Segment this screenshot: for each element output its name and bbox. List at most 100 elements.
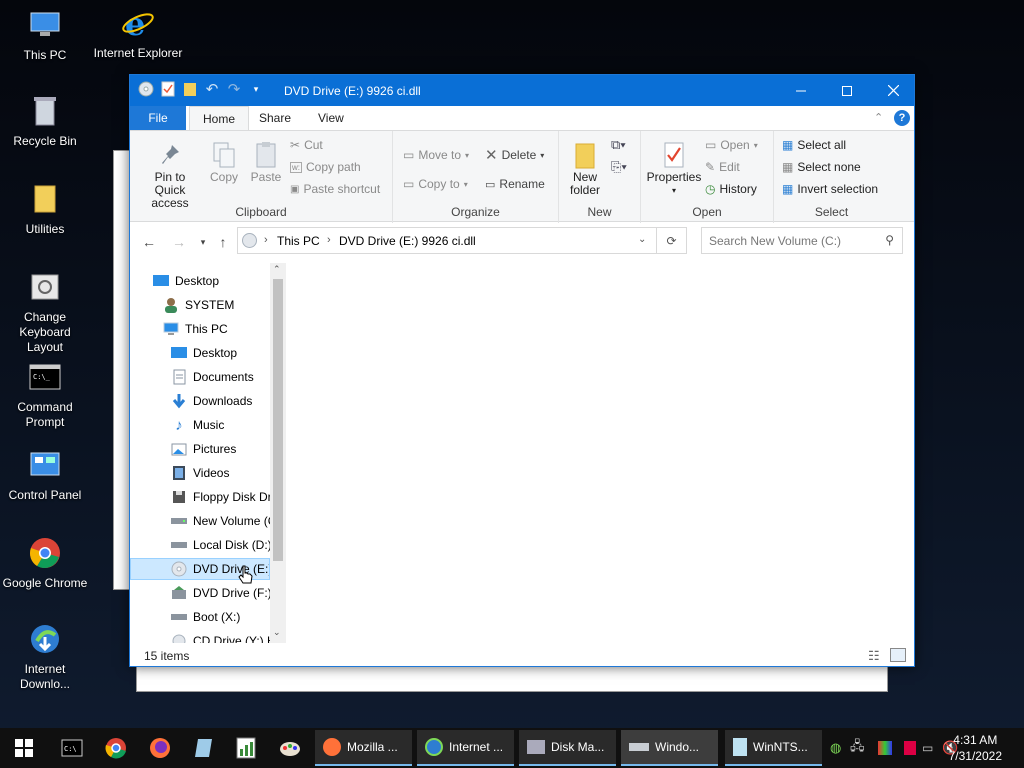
start-button[interactable]	[0, 728, 48, 768]
large-icons-view-icon[interactable]	[890, 648, 906, 662]
desktop-icon-label: Command Prompt	[17, 400, 73, 429]
taskbar-task-mozilla[interactable]: Mozilla ...	[315, 730, 412, 766]
back-button[interactable]: ←	[140, 233, 158, 251]
copy-path-button[interactable]: w: Copy path	[290, 157, 361, 177]
scroll-up-icon[interactable]: ⌃	[273, 264, 281, 275]
open-button[interactable]: ▭ Open ▾	[705, 135, 758, 155]
undo-icon[interactable]: ↶	[204, 81, 220, 98]
invert-selection-button[interactable]: ▦ Invert selection	[782, 179, 878, 199]
new-folder-qat-icon[interactable]	[182, 81, 198, 97]
documents-icon	[171, 369, 187, 385]
desktop-icon-label: This PC	[23, 48, 67, 62]
taskbar-task-internet[interactable]: Internet ...	[417, 730, 514, 766]
desktop-icon-change-keyboard[interactable]: Change Keyboard Layout	[0, 270, 90, 355]
taskbar-firefox-icon[interactable]	[140, 728, 180, 768]
easy-access-icon[interactable]: ⎘▾	[611, 159, 627, 175]
scroll-down-icon[interactable]: ⌄	[273, 627, 281, 638]
svg-text:C:\: C:\	[64, 745, 77, 753]
copy-to-button[interactable]: ▭ Copy to ▾	[403, 174, 468, 194]
item-count: 15 items	[144, 649, 190, 663]
properties-button[interactable]: Properties ▾	[645, 139, 703, 197]
rename-button[interactable]: ▭ Rename	[485, 174, 545, 194]
redo-icon[interactable]: ↷	[226, 81, 242, 98]
collapse-ribbon-icon[interactable]: ⌃	[874, 111, 883, 124]
desktop-icon-recycle-bin[interactable]: Recycle Bin	[0, 94, 90, 149]
breadcrumb-this-pc[interactable]: This PC	[277, 234, 320, 248]
paste-shortcut-button[interactable]: ▣ Paste shortcut	[290, 179, 380, 199]
taskbar-task-windows-explorer[interactable]: Windo...	[621, 730, 718, 766]
taskbar-paint-icon[interactable]	[270, 728, 310, 768]
refresh-button[interactable]: ⟳	[657, 227, 687, 254]
title-bar[interactable]: ↶ ↷ ▾ DVD Drive (E:) 9926 ci.dll	[130, 75, 914, 106]
search-icon: ⚲	[885, 233, 894, 247]
tray-network-icon[interactable]: 🖧	[850, 737, 872, 759]
cd-icon	[171, 633, 187, 643]
desktop-icon-command-prompt[interactable]: C:\_ Command Prompt	[0, 360, 90, 430]
search-input[interactable]: Search New Volume (C:) ⚲	[701, 227, 903, 254]
nav-item-desktop[interactable]: Desktop	[153, 270, 288, 292]
new-item-icon[interactable]: ⧉▾	[611, 137, 626, 153]
qat-dropdown-icon[interactable]: ▾	[248, 81, 264, 97]
taskbar-task-disk-management[interactable]: Disk Ma...	[519, 730, 616, 766]
cut-button[interactable]: ✂ Cut	[290, 135, 323, 155]
breadcrumb-chevron-icon: ›	[264, 234, 268, 246]
taskbar-chrome-icon[interactable]	[96, 728, 136, 768]
desktop-icon-this-pc[interactable]: This PC	[0, 8, 90, 63]
desktop-icon-internet-download[interactable]: Internet Downlo...	[0, 622, 90, 692]
taskbar-clock[interactable]: 4:31 AM 7/31/2022	[949, 732, 1002, 764]
select-none-button[interactable]: ▦ Select none	[782, 157, 861, 177]
tab-file[interactable]: File	[130, 106, 186, 130]
taskbar-task-winntsetup[interactable]: WinNTS...	[725, 730, 822, 766]
address-dropdown-icon[interactable]: ⌄	[638, 234, 646, 245]
rename-icon: ▭	[485, 178, 496, 191]
nav-scrollbar-thumb[interactable]	[273, 279, 283, 561]
dvd-icon	[171, 585, 187, 601]
recent-locations-button[interactable]: ▾	[194, 233, 212, 251]
desktop-icon-internet-explorer[interactable]: e Internet Explorer	[93, 6, 183, 61]
tab-view[interactable]: View	[305, 106, 357, 130]
tray-network-globe-icon[interactable]: ◍	[830, 740, 850, 756]
desktop-icon	[171, 345, 187, 361]
copy-icon	[204, 139, 244, 171]
invert-selection-icon: ▦	[782, 182, 794, 196]
desktop-icon-utilities[interactable]: Utilities	[0, 182, 90, 237]
close-button[interactable]	[870, 75, 916, 106]
dvd-drive-icon	[138, 81, 154, 97]
svg-text:C:\_: C:\_	[33, 373, 51, 381]
delete-button[interactable]: ✕ Delete ▾	[485, 145, 544, 165]
taskbar-chart-icon[interactable]	[226, 728, 266, 768]
address-bar-row: ← → ▾ ↑ › This PC › DVD Drive (E:) 9926 …	[130, 223, 914, 261]
select-all-button[interactable]: ▦ Select all	[782, 135, 846, 155]
desktop-icon-google-chrome[interactable]: Google Chrome	[0, 536, 90, 591]
taskbar-cmd-icon[interactable]: C:\	[52, 728, 92, 768]
up-button[interactable]: ↑	[214, 233, 232, 251]
taskbar-notepad-icon[interactable]	[184, 728, 224, 768]
paste-button[interactable]: Paste	[246, 139, 286, 184]
file-list-area[interactable]	[290, 263, 914, 643]
tray-app-icon[interactable]	[904, 741, 916, 755]
firefox-icon	[323, 738, 341, 756]
details-view-icon[interactable]: ☷	[868, 648, 880, 664]
copy-button[interactable]: Copy	[204, 139, 244, 184]
tray-color-icon[interactable]	[878, 741, 892, 755]
pin-quick-access-button[interactable]: Pin to Quick access	[136, 139, 204, 210]
organize-group: ▭ Move to ▾ ▭ Copy to ▾ ✕ Delete ▾ ▭ Rename Org…	[393, 131, 559, 223]
properties-qat-icon[interactable]	[160, 81, 176, 97]
breadcrumb-current[interactable]: DVD Drive (E:) 9926 ci.dll	[339, 234, 476, 248]
desktop-icon-control-panel[interactable]: Control Panel	[0, 448, 90, 503]
move-to-button[interactable]: ▭ Move to ▾	[403, 145, 469, 165]
edit-button[interactable]: ✎ Edit	[705, 157, 740, 177]
forward-button[interactable]: →	[170, 233, 188, 251]
folder-icon	[28, 182, 62, 216]
select-group: ▦ Select all ▦ Select none ▦ Invert selecti…	[774, 131, 889, 223]
maximize-button[interactable]	[824, 75, 870, 106]
desktop-icon	[153, 273, 169, 289]
address-bar[interactable]: › This PC › DVD Drive (E:) 9926 ci.dll ⌄	[237, 227, 657, 254]
tab-share[interactable]: Share	[246, 106, 304, 130]
tab-home[interactable]: Home	[189, 106, 250, 131]
history-button[interactable]: ◷ History	[705, 179, 757, 199]
tray-usb-icon[interactable]: ▭	[922, 741, 942, 755]
new-folder-button[interactable]: New folder	[563, 139, 607, 197]
help-icon[interactable]: ?	[894, 110, 910, 126]
minimize-button[interactable]	[778, 75, 824, 106]
